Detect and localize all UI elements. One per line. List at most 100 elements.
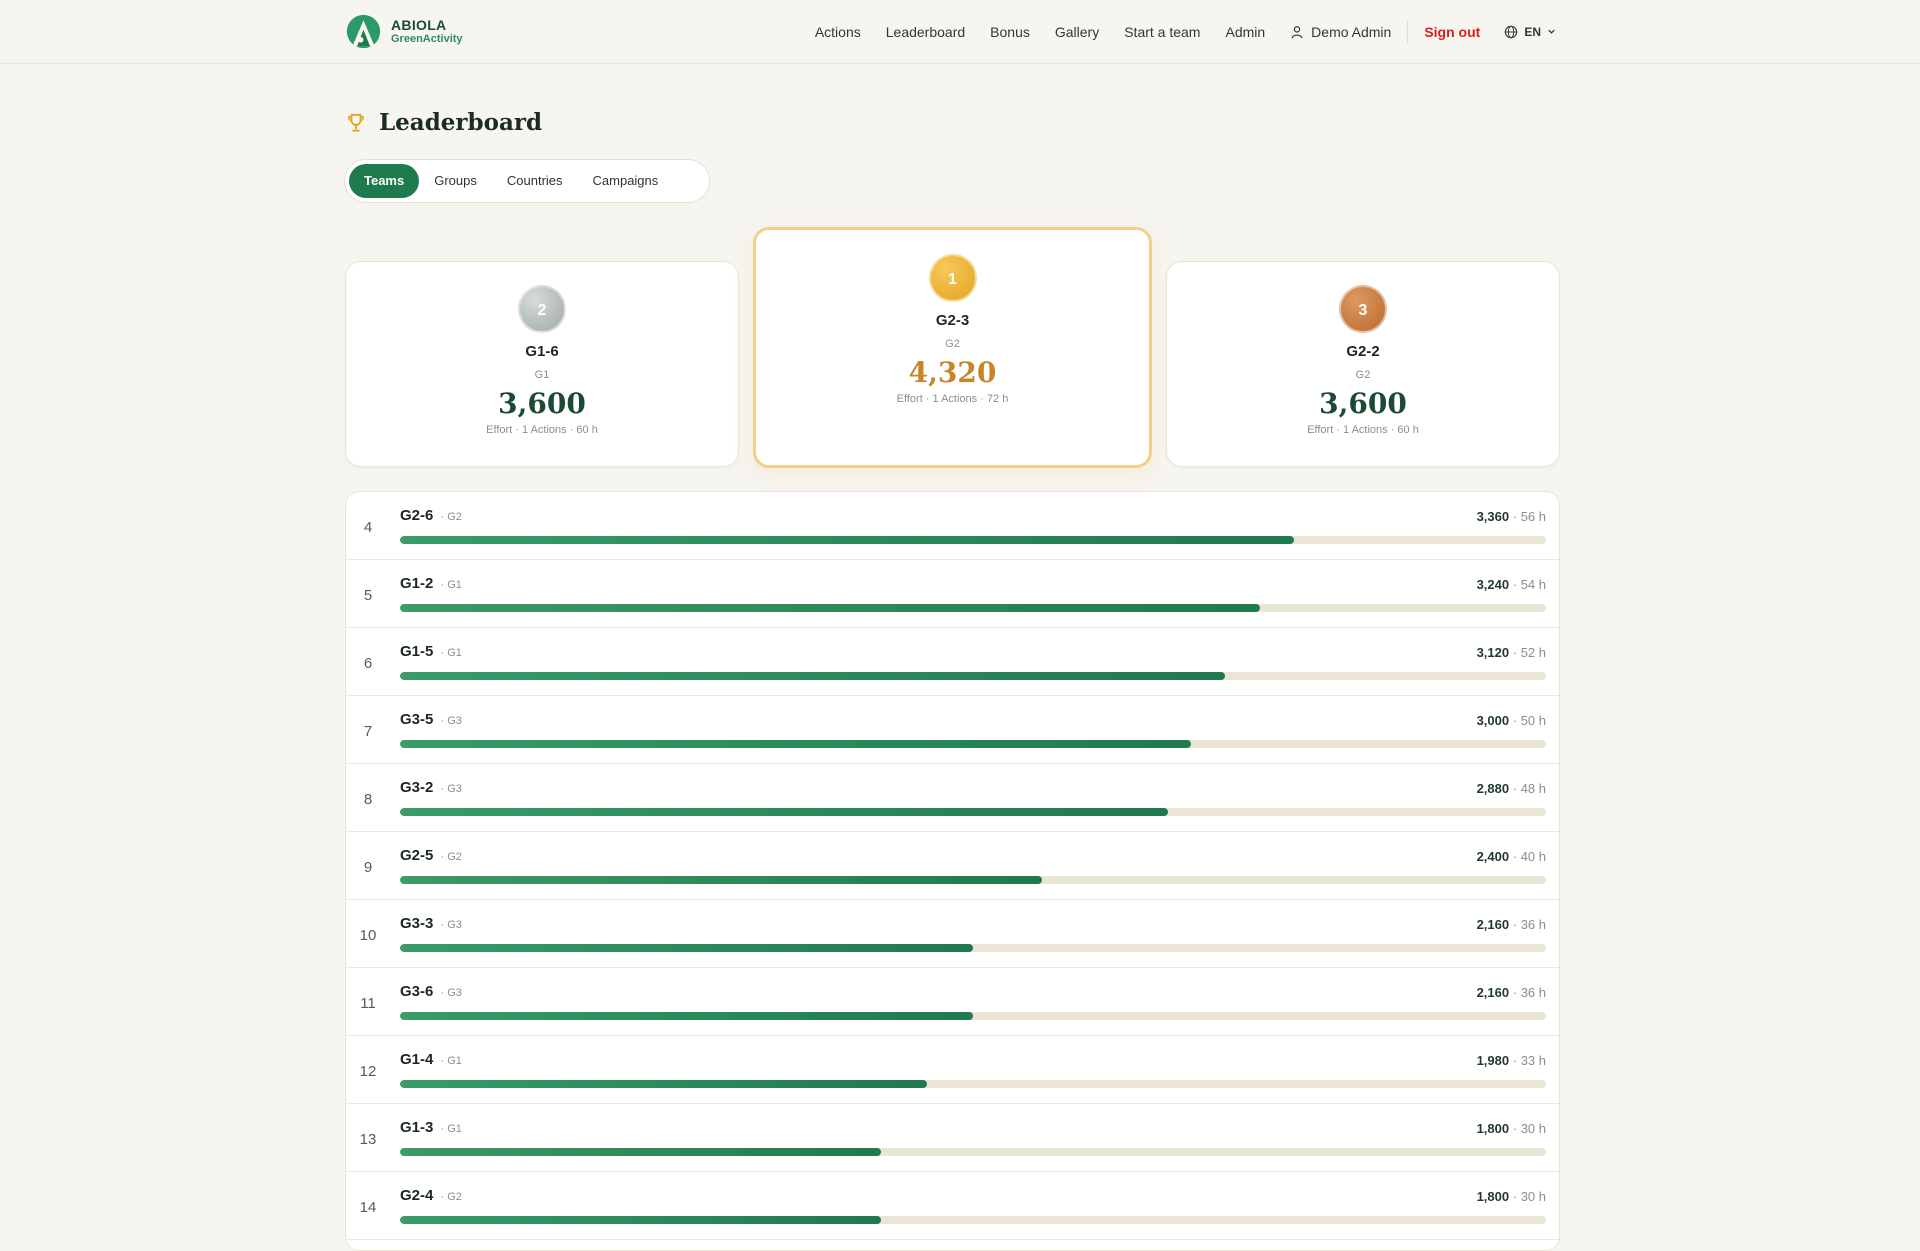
row-stats: 3,360 · 56 h [1477, 509, 1546, 524]
progress-track [400, 604, 1546, 612]
row-rank: 6 [363, 655, 373, 672]
row-rank: 14 [359, 1199, 377, 1216]
podium-card-second[interactable]: 2 G1-6 G1 3,600 Effort · 1 Actions · 60 … [345, 261, 739, 467]
tab-campaigns[interactable]: Campaigns [578, 164, 674, 198]
row-team-label: G3-5 [400, 711, 434, 728]
row-hours: · 48 h [1512, 781, 1546, 796]
progress-track [400, 1080, 1546, 1088]
nav-leaderboard[interactable]: Leaderboard [886, 24, 965, 40]
progress-track [400, 536, 1546, 544]
table-row[interactable]: 14 G2-4 · G2 1,800 · 30 h [346, 1172, 1559, 1240]
brand-logo-link[interactable]: ABIOLA GreenActivity [345, 13, 463, 50]
podium-team-name: G2-3 [935, 312, 970, 329]
progress-fill [400, 604, 1260, 612]
brand-name: ABIOLA [391, 16, 447, 33]
progress-fill [400, 672, 1226, 680]
nav-user-profile[interactable]: Demo Admin [1290, 24, 1391, 40]
table-row[interactable]: 7 G3-5 · G3 3,000 · 50 h [346, 696, 1559, 764]
progress-fill [400, 536, 1294, 544]
row-team-group: · G2 [440, 851, 462, 863]
table-row[interactable]: 8 G3-2 · G3 2,880 · 48 h [346, 764, 1559, 832]
table-row[interactable]: 6 G1-5 · G1 3,120 · 52 h [346, 628, 1559, 696]
sign-out-link[interactable]: Sign out [1424, 24, 1480, 40]
row-team-name: G1-2 · G1 [400, 575, 462, 592]
nav-admin[interactable]: Admin [1225, 24, 1265, 40]
table-row[interactable]: 5 G1-2 · G1 3,240 · 54 h [346, 560, 1559, 628]
row-hours: · 36 h [1512, 917, 1546, 932]
tab-teams[interactable]: Teams [349, 164, 420, 198]
row-team-label: G1-5 [400, 643, 434, 660]
row-stats: 1,800 · 30 h [1477, 1189, 1546, 1204]
row-team-name: G1-5 · G1 [400, 643, 462, 660]
row-score: 2,160 [1476, 917, 1510, 932]
row-hours: · 30 h [1512, 1189, 1546, 1204]
row-score: 3,240 [1476, 577, 1510, 592]
row-score: 1,980 [1476, 1053, 1510, 1068]
row-team-name: G2-4 · G2 [400, 1187, 462, 1204]
row-rank: 13 [359, 1131, 377, 1148]
row-team-label: G3-3 [400, 915, 434, 932]
row-team-name: G3-2 · G3 [400, 779, 462, 796]
table-row[interactable]: 4 G2-6 · G2 3,360 · 56 h [346, 492, 1559, 560]
row-team-group: · G2 [440, 1191, 462, 1203]
podium-card-third[interactable]: 3 G2-2 G2 3,600 Effort · 1 Actions · 60 … [1166, 261, 1560, 467]
page-heading: Leaderboard [347, 109, 542, 136]
table-row[interactable]: 11 G3-6 · G3 2,160 · 36 h [346, 968, 1559, 1036]
row-team-label: G2-5 [400, 847, 434, 864]
row-score: 1,800 [1476, 1189, 1510, 1204]
row-team-group: · G3 [440, 987, 462, 999]
row-hours: · 52 h [1512, 645, 1546, 660]
row-score: 3,360 [1476, 509, 1510, 524]
row-stats: 3,120 · 52 h [1477, 645, 1546, 660]
row-hours: · 56 h [1512, 509, 1546, 524]
table-row[interactable]: 12 G1-4 · G1 1,980 · 33 h [346, 1036, 1559, 1104]
nav-bonus[interactable]: Bonus [990, 24, 1030, 40]
row-rank: 7 [363, 723, 373, 740]
leaderboard-tabs: Teams Groups Countries Campaigns [344, 159, 710, 203]
row-team-label: G3-6 [400, 983, 434, 1000]
row-hours: · 40 h [1512, 849, 1546, 864]
tab-groups[interactable]: Groups [419, 164, 492, 198]
progress-track [400, 944, 1546, 952]
row-rank: 10 [359, 927, 377, 944]
table-row[interactable]: 13 G1-3 · G1 1,800 · 30 h [346, 1104, 1559, 1172]
row-hours: · 50 h [1512, 713, 1546, 728]
row-stats: 1,800 · 30 h [1477, 1121, 1546, 1136]
nav-actions[interactable]: Actions [815, 24, 861, 40]
main-nav: Actions Leaderboard Bonus Gallery Start … [815, 0, 1556, 63]
podium-team-group: G2 [945, 338, 960, 350]
row-rank: 9 [363, 859, 373, 876]
silver-medal-icon: 2 [518, 285, 566, 333]
language-selector[interactable]: EN [1504, 25, 1556, 39]
progress-fill [400, 1148, 882, 1156]
row-team-group: · G3 [440, 715, 462, 727]
table-row[interactable]: 9 G2-5 · G2 2,400 · 40 h [346, 832, 1559, 900]
row-stats: 2,880 · 48 h [1477, 781, 1546, 796]
row-team-name: G2-6 · G2 [400, 507, 462, 524]
row-team-label: G1-2 [400, 575, 434, 592]
row-score: 2,400 [1476, 849, 1510, 864]
table-row[interactable]: 10 G3-3 · G3 2,160 · 36 h [346, 900, 1559, 968]
row-score: 2,160 [1476, 985, 1510, 1000]
row-hours: · 33 h [1512, 1053, 1546, 1068]
tab-countries[interactable]: Countries [492, 164, 578, 198]
row-team-name: G3-5 · G3 [400, 711, 462, 728]
row-stats: 2,400 · 40 h [1477, 849, 1546, 864]
row-team-name: G1-3 · G1 [400, 1119, 462, 1136]
podium-card-first[interactable]: 1 G2-3 G2 4,320 Effort · 1 Actions · 72 … [753, 227, 1152, 468]
nav-start-a-team[interactable]: Start a team [1124, 24, 1200, 40]
row-rank: 8 [363, 791, 373, 808]
row-team-group: · G1 [440, 579, 462, 591]
progress-fill [400, 1080, 928, 1088]
row-team-name: G1-4 · G1 [400, 1051, 462, 1068]
progress-track [400, 672, 1546, 680]
top-navbar: ABIOLA GreenActivity Actions Leaderboard… [0, 0, 1920, 64]
ranking-list: 4 G2-6 · G2 3,360 · 56 h 5 G1-2 · G1 3,240 · … [345, 491, 1560, 1251]
row-score: 3,120 [1476, 645, 1510, 660]
row-team-label: G1-4 [400, 1051, 434, 1068]
row-team-name: G3-3 · G3 [400, 915, 462, 932]
podium-team-group: G2 [1355, 369, 1371, 381]
progress-track [400, 1216, 1546, 1224]
nav-gallery[interactable]: Gallery [1055, 24, 1099, 40]
podium-team-score: 3,600 [1319, 387, 1407, 420]
